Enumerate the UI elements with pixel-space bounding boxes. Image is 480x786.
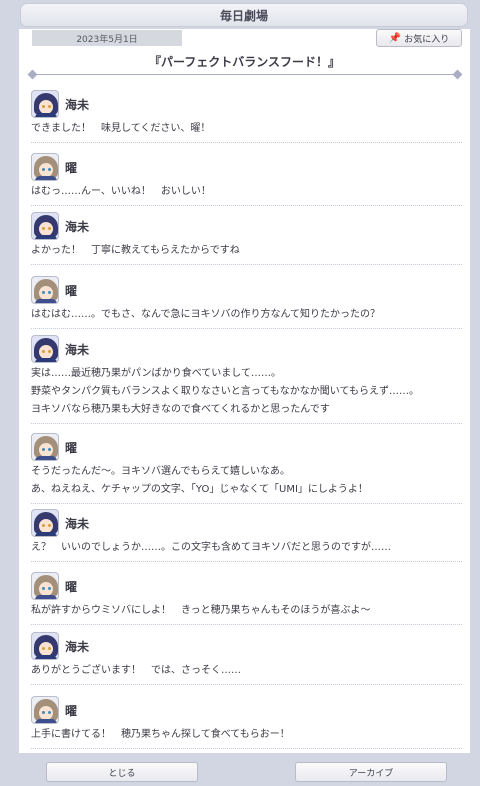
dialogue-line: ヨキソバなら穂乃果も大好きなので食べてくれるかと思ったんです	[31, 404, 330, 415]
dialogue-entry: 曜上手に書けてる！ 穂乃果ちゃん探して食べてもらおー！	[31, 694, 462, 749]
speaker-row: 曜	[31, 431, 462, 463]
speaker-name: 曜	[65, 160, 78, 175]
dialogue-line: よかった！ 丁寧に教えてもらえたからですね	[31, 245, 240, 256]
dialogue-entry: 海未ありがとうございます！ では、さっそく……	[31, 630, 462, 685]
close-button-label: とじる	[108, 768, 136, 779]
speaker-name: 曜	[65, 440, 78, 455]
story-panel[interactable]: 2023年5月1日 📌 お気に入り 『パーフェクトバランスフード！』 海未できま…	[19, 29, 470, 753]
close-button[interactable]: とじる	[46, 762, 198, 782]
title-divider	[31, 74, 459, 75]
favorite-button[interactable]: 📌 お気に入り	[376, 29, 462, 47]
speaker-row: 海未	[31, 210, 462, 242]
speaker-row: 海未	[31, 630, 462, 662]
dialogue-entry: 曜はむっ……んー、いいね！ おいしい！	[31, 151, 462, 206]
window-title: 毎日劇場	[219, 8, 268, 23]
speaker-row: 海未	[31, 88, 462, 120]
speaker-row: 海未	[31, 507, 462, 539]
dialogue-entry: 海未実は……最近穂乃果がパンばかり食べていまして……。野菜やタンパク質もバランス…	[31, 333, 462, 424]
archive-button[interactable]: アーカイブ	[295, 762, 447, 782]
speaker-row: 曜	[31, 570, 462, 602]
window-title-bar: 毎日劇場	[20, 3, 468, 27]
dialogue-text: できました！ 味見してください、曜！	[31, 120, 462, 143]
avatar	[31, 335, 59, 363]
archive-button-label: アーカイブ	[348, 768, 394, 779]
avatar	[31, 276, 59, 304]
dialogue-line: ありがとうございます！ では、さっそく……	[31, 665, 241, 676]
dialogue-text: そうだったんだ〜。ヨキソバ選んでもらえて嬉しいなあ。あ、ねえねえ、ケチャップの文…	[31, 463, 462, 504]
speaker-row: 曜	[31, 274, 462, 306]
speaker-name: 曜	[65, 283, 78, 298]
dialogue-line: できました！ 味見してください、曜！	[31, 123, 211, 134]
speaker-row: 曜	[31, 694, 462, 726]
dialogue-line: はむはむ……。でもさ、なんで急にヨキソバの作り方なんて知りたかったの？	[31, 309, 380, 320]
dialogue-entry: 曜はむはむ……。でもさ、なんで急にヨキソバの作り方なんて知りたかったの？	[31, 274, 462, 329]
favorite-button-label: お気に入り	[404, 34, 450, 45]
divider-ornament-right	[452, 69, 463, 80]
avatar	[31, 632, 59, 660]
avatar	[31, 696, 59, 724]
speaker-name: 曜	[65, 703, 78, 718]
dialogue-entry: 海未できました！ 味見してください、曜！	[31, 88, 462, 143]
date-label: 2023年5月1日	[32, 30, 182, 46]
dialogue-text: 上手に書けてる！ 穂乃果ちゃん探して食べてもらおー！	[31, 726, 462, 749]
dialogue-text: ありがとうございます！ では、さっそく……	[31, 662, 462, 685]
avatar	[31, 433, 59, 461]
speaker-row: 曜	[31, 151, 462, 183]
dialogue-line: え？ いいのでしょうか……。この文字も含めてヨキソバだと思うのですが……	[31, 542, 391, 553]
dialogue-text: よかった！ 丁寧に教えてもらえたからですね	[31, 242, 462, 265]
dialogue-line: 私が許すからウミソバにしよ！ きっと穂乃果ちゃんもそのほうが喜ぶよ〜	[31, 605, 371, 616]
speaker-name: 海未	[65, 516, 90, 531]
dialogue-line: はむっ……んー、いいね！ おいしい！	[31, 186, 211, 197]
dialogue-line: 実は……最近穂乃果がパンばかり食べていまして……。	[31, 368, 281, 379]
pin-icon: 📌	[388, 32, 402, 44]
dialogue-line: そうだったんだ〜。ヨキソバ選んでもらえて嬉しいなあ。	[31, 466, 290, 477]
speaker-name: 海未	[65, 342, 90, 357]
dialogue-text: はむはむ……。でもさ、なんで急にヨキソバの作り方なんて知りたかったの？	[31, 306, 462, 329]
avatar	[31, 572, 59, 600]
dialogue-text: はむっ……んー、いいね！ おいしい！	[31, 183, 462, 206]
speaker-name: 海未	[65, 97, 90, 112]
dialogue-line: あ、ねえねえ、ケチャップの文字、「YO」じゃなくて「UMI」にしようよ！	[31, 484, 368, 495]
dialogue-line: 野菜やタンパク質もバランスよく取りなさいと言ってもなかなか聞いてもらえず……。	[31, 386, 419, 397]
avatar	[31, 153, 59, 181]
dialogue-entry: 海未え？ いいのでしょうか……。この文字も含めてヨキソバだと思うのですが……	[31, 507, 462, 562]
speaker-row: 海未	[31, 333, 462, 365]
speaker-name: 海未	[65, 639, 90, 654]
dialogue-text: 実は……最近穂乃果がパンばかり食べていまして……。野菜やタンパク質もバランスよく…	[31, 365, 462, 424]
avatar	[31, 90, 59, 118]
story-title: 『パーフェクトバランスフード！』	[148, 55, 341, 69]
dialogue-text: 私が許すからウミソバにしよ！ きっと穂乃果ちゃんもそのほうが喜ぶよ〜	[31, 602, 462, 625]
avatar	[31, 509, 59, 537]
dialogue-entry: 曜そうだったんだ〜。ヨキソバ選んでもらえて嬉しいなあ。あ、ねえねえ、ケチャップの…	[31, 431, 462, 504]
dialogue-entry: 海未よかった！ 丁寧に教えてもらえたからですね	[31, 210, 462, 265]
dialogue-entry: 曜私が許すからウミソバにしよ！ きっと穂乃果ちゃんもそのほうが喜ぶよ〜	[31, 570, 462, 625]
dialogue-line: 上手に書けてる！ 穂乃果ちゃん探して食べてもらおー！	[31, 729, 290, 740]
avatar	[31, 212, 59, 240]
speaker-name: 海未	[65, 219, 90, 234]
dialogue-text: え？ いいのでしょうか……。この文字も含めてヨキソバだと思うのですが……	[31, 539, 462, 562]
speaker-name: 曜	[65, 579, 78, 594]
